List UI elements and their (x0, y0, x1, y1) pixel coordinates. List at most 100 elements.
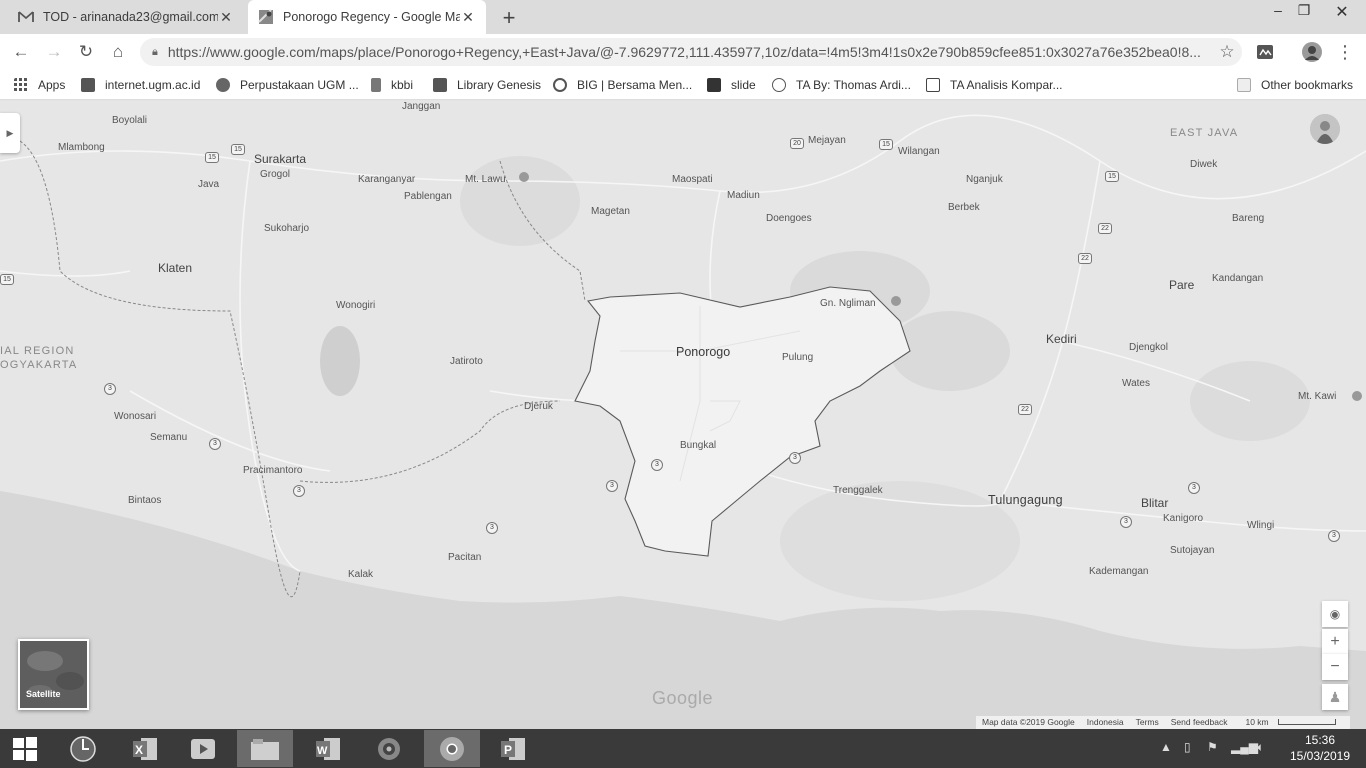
mountain-marker-icon[interactable] (1352, 391, 1362, 401)
place-label[interactable]: Pacitan (448, 552, 481, 563)
place-label[interactable]: Janggan (402, 101, 440, 112)
place-label[interactable]: Boyolali (112, 115, 147, 126)
bookmark-kbbi[interactable]: kbbi (371, 76, 413, 94)
forward-button[interactable]: → (42, 40, 66, 64)
close-window-button[interactable]: ✕ (1322, 2, 1362, 22)
place-label[interactable]: Klaten (158, 261, 192, 275)
place-label[interactable]: Kediri (1046, 332, 1077, 346)
place-label[interactable]: Semanu (150, 432, 187, 443)
mountain-marker-icon[interactable] (519, 172, 529, 182)
taskbar-app-word[interactable]: W (300, 730, 356, 767)
place-label[interactable]: Mt. Lawu (465, 174, 506, 185)
send-feedback-link[interactable]: Send feedback (1165, 716, 1234, 729)
place-label[interactable]: Pablengan (404, 191, 452, 202)
place-label[interactable]: Sutojayan (1170, 545, 1214, 556)
place-label[interactable]: Bintaos (128, 495, 161, 506)
place-label[interactable]: Berbek (948, 202, 980, 213)
place-label[interactable]: Blitar (1141, 496, 1168, 510)
collapse-side-panel-button[interactable]: ▶ (0, 113, 20, 153)
tab-google-maps[interactable]: Ponorogo Regency - Google Maps ✕ (248, 0, 486, 34)
taskbar-app-chrome[interactable] (424, 730, 480, 767)
menu-kebab-icon[interactable]: ⋮ (1333, 40, 1357, 64)
bookmark-ta-thomas[interactable]: TA By: Thomas Ardi... (772, 76, 911, 94)
start-button[interactable] (0, 730, 50, 767)
satellite-toggle[interactable]: Satellite (18, 639, 89, 710)
place-label[interactable]: Kademangan (1089, 566, 1149, 577)
account-avatar[interactable] (1310, 114, 1340, 144)
bookmark-apps[interactable]: Apps (14, 76, 65, 94)
bookmark-star-icon[interactable]: ☆ (1212, 42, 1242, 62)
bookmark-perpustakaan-ugm[interactable]: Perpustakaan UGM ... (216, 76, 359, 94)
place-label[interactable]: Magetan (591, 206, 630, 217)
scale-label[interactable]: 10 km (1233, 716, 1341, 729)
reload-button[interactable]: ↻ (74, 40, 98, 64)
place-label[interactable]: Diwek (1190, 159, 1217, 170)
place-label[interactable]: Kalak (348, 569, 373, 580)
place-label[interactable]: Wilangan (898, 146, 940, 157)
profile-avatar-icon[interactable] (1302, 42, 1322, 62)
device-tray-icon[interactable]: ▯ (1184, 740, 1191, 754)
place-label[interactable]: Trenggalek (833, 485, 883, 496)
place-label[interactable]: Wates (1122, 378, 1150, 389)
selected-place-label[interactable]: Ponorogo (676, 345, 730, 359)
network-signal-icon[interactable]: ▂▄▆ (1231, 740, 1258, 754)
place-label[interactable]: Doengoes (766, 213, 812, 224)
zoom-in-button[interactable]: + (1322, 629, 1348, 655)
taskbar-app-clock[interactable] (55, 730, 111, 767)
place-label[interactable]: Jatiroto (450, 356, 483, 367)
terms-link[interactable]: Terms (1130, 716, 1165, 729)
place-label[interactable]: Kandangan (1212, 273, 1263, 284)
taskbar-app-excel[interactable]: X (117, 730, 173, 767)
home-button[interactable]: ⌂ (106, 40, 130, 64)
place-label[interactable]: Nganjuk (966, 174, 1003, 185)
place-label[interactable]: Karanganyar (358, 174, 415, 185)
place-label[interactable]: Pulung (782, 352, 813, 363)
place-label[interactable]: Djeruk (524, 401, 553, 412)
url-text[interactable]: https://www.google.com/maps/place/Ponoro… (168, 44, 1212, 60)
place-label[interactable]: Gn. Ngliman (820, 298, 876, 309)
bookmark-ta-analisis[interactable]: TA Analisis Kompar... (926, 76, 1063, 94)
my-location-button[interactable]: ◉ (1322, 601, 1348, 627)
bookmark-big[interactable]: BIG | Bersama Men... (553, 76, 692, 94)
show-hidden-icons-chevron[interactable]: ▲ (1160, 740, 1172, 754)
close-tab-icon[interactable]: ✕ (460, 9, 476, 26)
place-label[interactable]: Grogol (260, 169, 290, 180)
action-flag-icon[interactable]: ⚑ (1207, 740, 1218, 754)
taskbar-app-powerpoint[interactable]: P (485, 730, 541, 767)
place-label[interactable]: Java (198, 179, 219, 190)
place-label[interactable]: Tulungagung (988, 493, 1063, 507)
place-label[interactable]: Bungkal (680, 440, 716, 451)
place-label[interactable]: Sukoharjo (264, 223, 309, 234)
volume-icon[interactable]: 🔈︎ (1257, 740, 1264, 755)
place-label[interactable]: Surakarta (254, 152, 306, 166)
bookmark-internet-ugm[interactable]: internet.ugm.ac.id (81, 76, 200, 94)
place-label[interactable]: Mlambong (58, 142, 105, 153)
place-label[interactable]: Pare (1169, 278, 1194, 292)
mountain-marker-icon[interactable] (891, 296, 901, 306)
minimize-window-button[interactable]: – (1266, 2, 1290, 18)
extension-icon[interactable] (1256, 43, 1274, 61)
street-view-pegman-icon[interactable]: ♟ (1322, 684, 1348, 710)
map-canvas[interactable]: EAST JAVA IAL REGION OGYAKARTA Boyolali … (0, 101, 1366, 729)
system-clock[interactable]: 15:36 15/03/2019 (1287, 732, 1353, 764)
zoom-out-button[interactable]: − (1322, 654, 1348, 680)
taskbar-app-media-player[interactable] (175, 730, 231, 767)
bookmark-slide[interactable]: slide (707, 76, 756, 94)
place-label[interactable]: Kanigoro (1163, 513, 1203, 524)
address-bar[interactable]: 🔒︎ https://www.google.com/maps/place/Pon… (140, 38, 1242, 66)
taskbar-app-file-explorer[interactable] (237, 730, 293, 767)
place-label[interactable]: Djengkol (1129, 342, 1168, 353)
bookmark-library-genesis[interactable]: Library Genesis (433, 76, 541, 94)
place-label[interactable]: Mejayan (808, 135, 846, 146)
place-label[interactable]: Bareng (1232, 213, 1264, 224)
back-button[interactable]: ← (9, 40, 33, 64)
place-label[interactable]: Wonosari (114, 411, 156, 422)
country-link[interactable]: Indonesia (1081, 716, 1130, 729)
place-label[interactable]: Wonogiri (336, 300, 375, 311)
close-tab-icon[interactable]: ✕ (218, 9, 234, 26)
place-label[interactable]: Mt. Kawi (1298, 391, 1336, 402)
place-label[interactable]: Wlingi (1247, 520, 1274, 531)
place-label[interactable]: Pracimantoro (243, 465, 302, 476)
new-tab-button[interactable]: + (499, 5, 519, 31)
taskbar-app-swirl[interactable] (361, 730, 417, 767)
